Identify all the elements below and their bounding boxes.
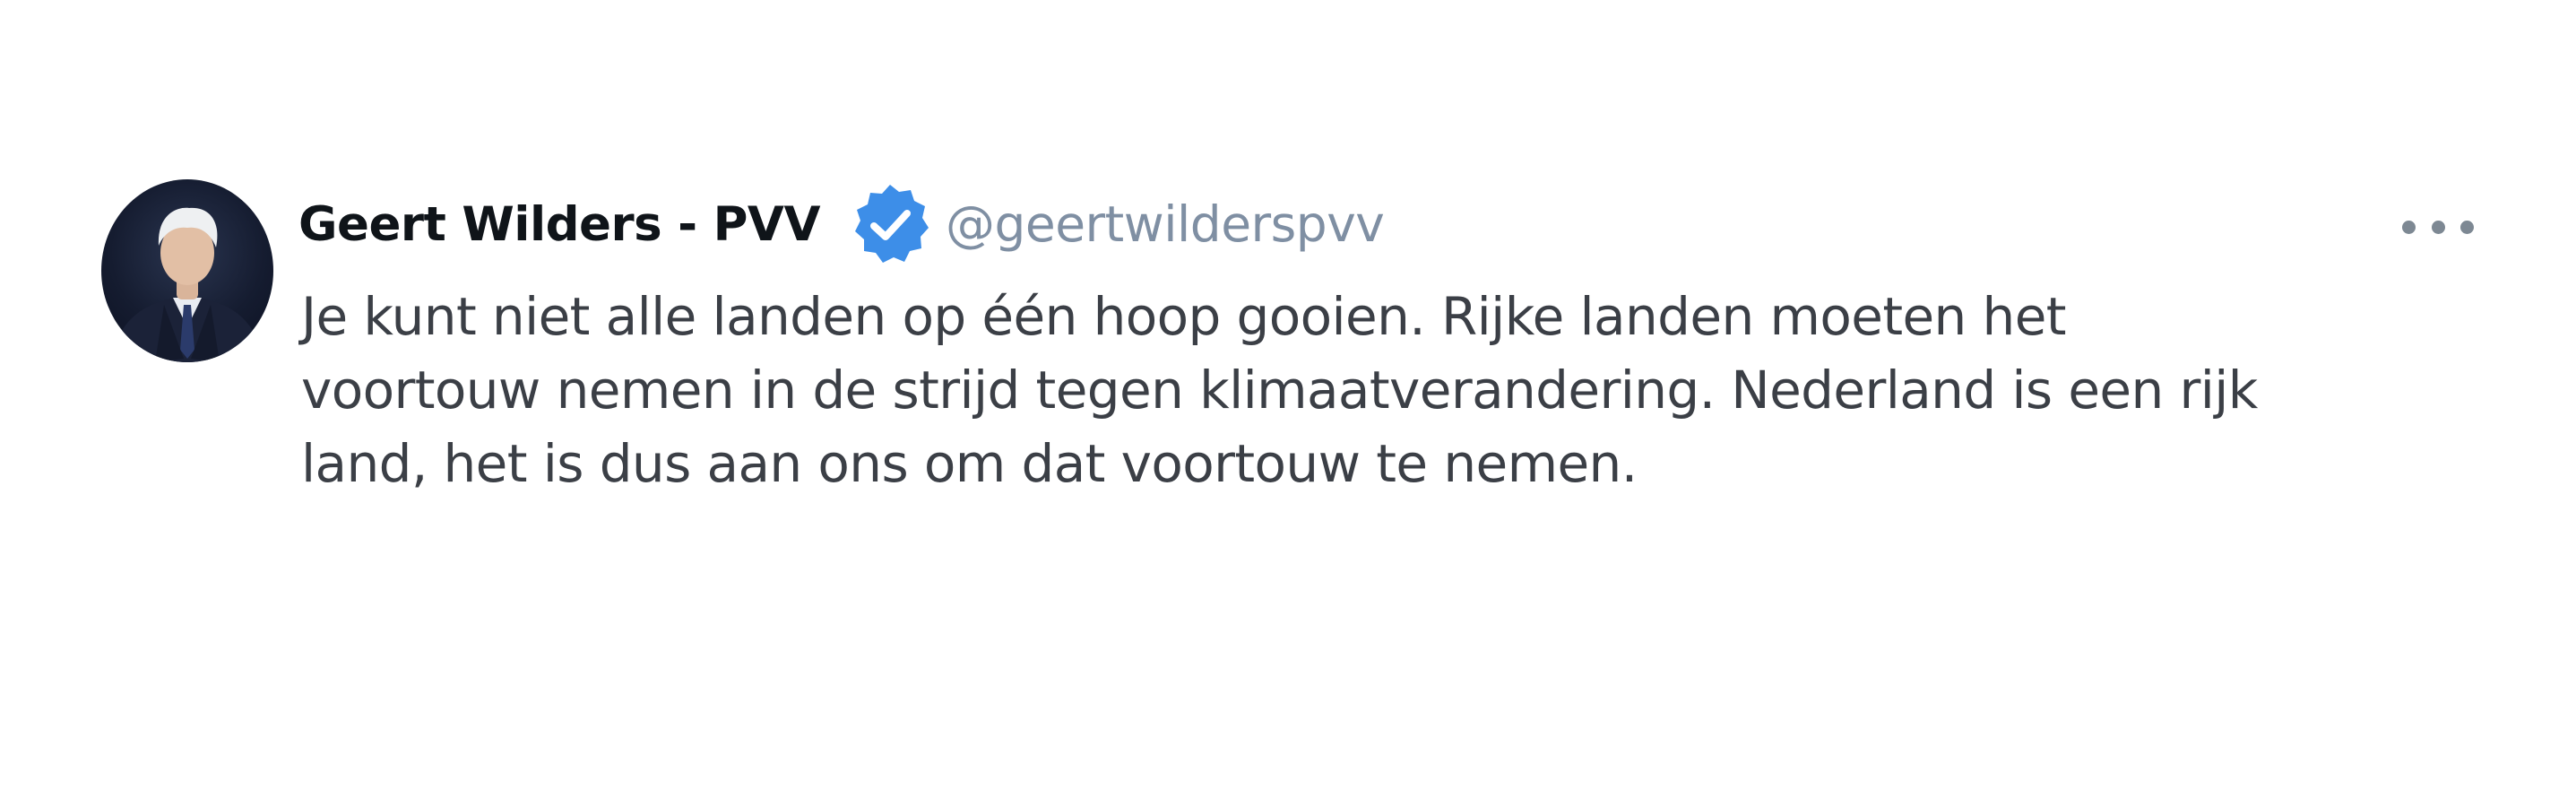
more-dot bbox=[2460, 220, 2474, 234]
tweet-header: Geert Wilders - PVV @geertwilderspvv bbox=[298, 181, 1385, 267]
author-name[interactable]: Geert Wilders - PVV bbox=[298, 197, 820, 252]
more-options-icon[interactable] bbox=[2402, 213, 2474, 240]
tweet-text: Je kunt niet alle landen op één hoop goo… bbox=[301, 280, 2452, 500]
verified-badge-icon bbox=[847, 181, 933, 267]
avatar[interactable] bbox=[101, 179, 273, 362]
tweet-text-line: voortouw nemen in de strijd tegen klimaa… bbox=[301, 360, 2258, 421]
tweet-card: Geert Wilders - PVV @geertwilderspvv Je … bbox=[0, 0, 2576, 798]
tweet-text-line: Je kunt niet alle landen op één hoop goo… bbox=[301, 286, 2067, 347]
more-dot bbox=[2402, 220, 2416, 234]
profile-photo bbox=[110, 207, 264, 362]
author-handle[interactable]: @geertwilderspvv bbox=[946, 195, 1385, 253]
tweet-text-line: land, het is dus aan ons om dat voortouw… bbox=[301, 433, 1638, 494]
more-dot bbox=[2431, 220, 2445, 234]
